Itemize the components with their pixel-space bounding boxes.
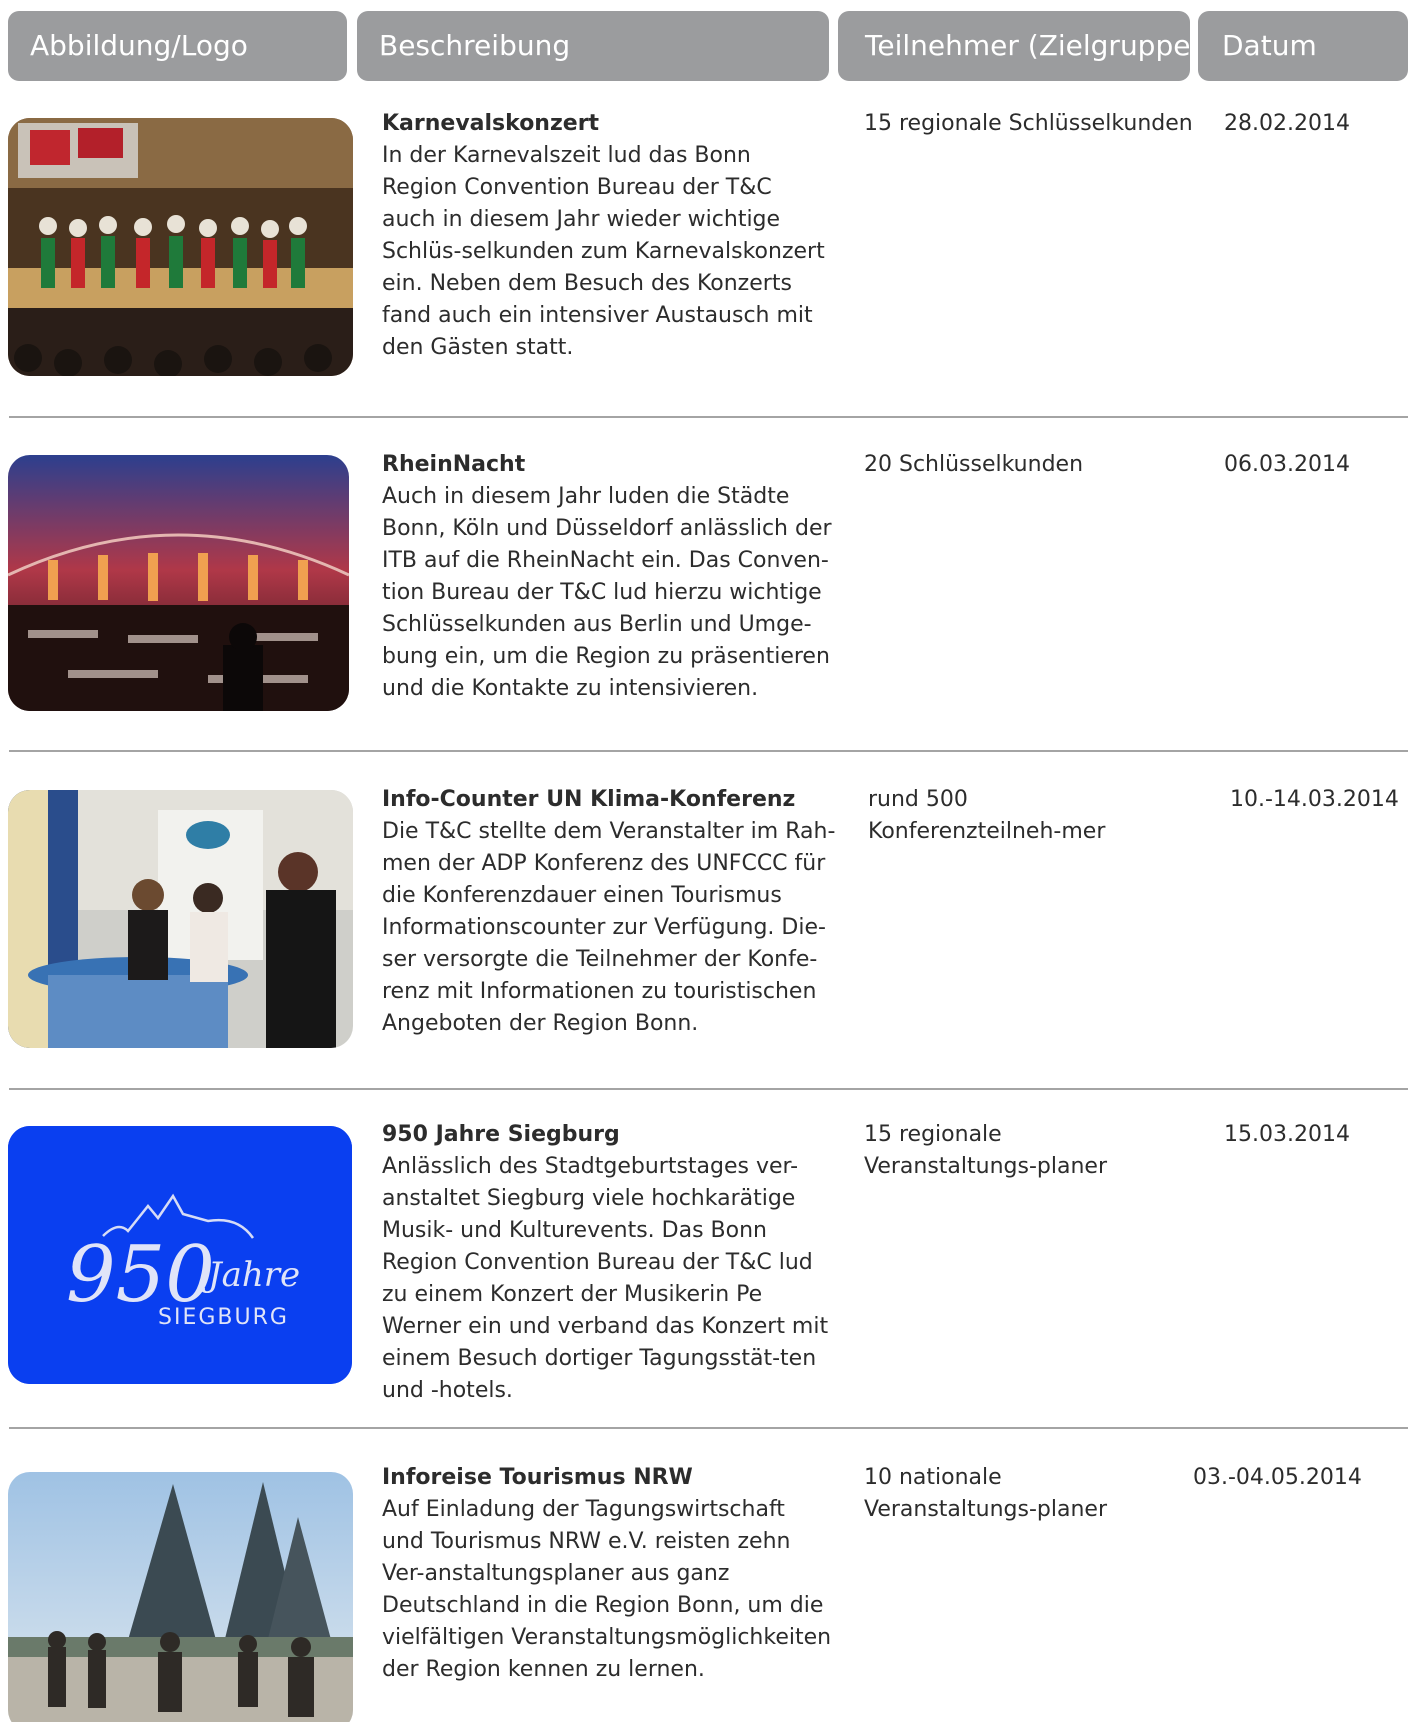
date-cell: 06.03.2014 — [1224, 452, 1350, 477]
rheinnacht-photo — [8, 455, 349, 711]
row-separator — [9, 1088, 1408, 1090]
header-participants-column: Teilnehmer (Zielgruppe) — [838, 11, 1190, 81]
date-cell: 10.-14.03.2014 — [1230, 787, 1399, 812]
header-image-column: Abbildung/Logo — [8, 11, 347, 81]
date-cell: 28.02.2014 — [1224, 111, 1350, 136]
participants-cell: 15 regionale Schlüsselkunden — [864, 111, 1193, 136]
row-description: Inforeise Tourismus NRW Auf Einladung de… — [382, 1462, 832, 1686]
event-title: Karnevalskonzert — [382, 111, 600, 136]
logo-city: SIEGBURG — [158, 1305, 289, 1330]
event-text: Auch in diesem Jahr luden die Städte Bon… — [382, 484, 832, 701]
row-description: 950 Jahre Siegburg Anlässlich des Stadtg… — [382, 1119, 832, 1407]
participants-cell: rund 500 Konferenzteilneh-mer — [868, 787, 1106, 844]
event-text: Auf Einladung der Tagungswirtschaft und … — [382, 1497, 832, 1682]
row-description: Karnevalskonzert In der Karnevalszeit lu… — [382, 108, 832, 364]
siegburg-logo: 950 Jahre SIEGBURG — [8, 1126, 352, 1384]
karneval-concert-photo — [8, 118, 353, 376]
header-description-column: Beschreibung — [357, 11, 829, 81]
event-title: 950 Jahre Siegburg — [382, 1122, 620, 1147]
inforeise-photo — [8, 1472, 353, 1722]
event-title: Inforeise Tourismus NRW — [382, 1465, 693, 1490]
participants-cell: 15 regionale Veranstaltungs-planer — [864, 1122, 1107, 1179]
event-text: Die T&C stellte dem Veranstalter im Rah-… — [382, 819, 836, 1036]
date-cell: 15.03.2014 — [1224, 1122, 1350, 1147]
event-text: In der Karnevalszeit lud das Bonn Region… — [382, 143, 825, 360]
event-title: Info-Counter UN Klima-Konferenz — [382, 787, 796, 812]
participants-cell: 10 nationale Veranstaltungs-planer — [864, 1465, 1107, 1522]
event-text: Anlässlich des Stadtgeburtstages ver-ans… — [382, 1154, 829, 1403]
participants-cell: 20 Schlüsselkunden — [864, 452, 1084, 477]
row-description: RheinNacht Auch in diesem Jahr luden die… — [382, 449, 832, 705]
event-title: RheinNacht — [382, 452, 526, 477]
row-separator — [9, 416, 1408, 418]
row-description: Info-Counter UN Klima-Konferenz Die T&C … — [382, 784, 852, 1040]
row-separator — [9, 750, 1408, 752]
header-date-column: Datum — [1198, 11, 1408, 81]
row-separator — [9, 1427, 1408, 1429]
info-counter-photo — [8, 790, 353, 1048]
logo-word: Jahre — [202, 1255, 300, 1295]
date-cell: 03.-04.05.2014 — [1193, 1465, 1362, 1490]
